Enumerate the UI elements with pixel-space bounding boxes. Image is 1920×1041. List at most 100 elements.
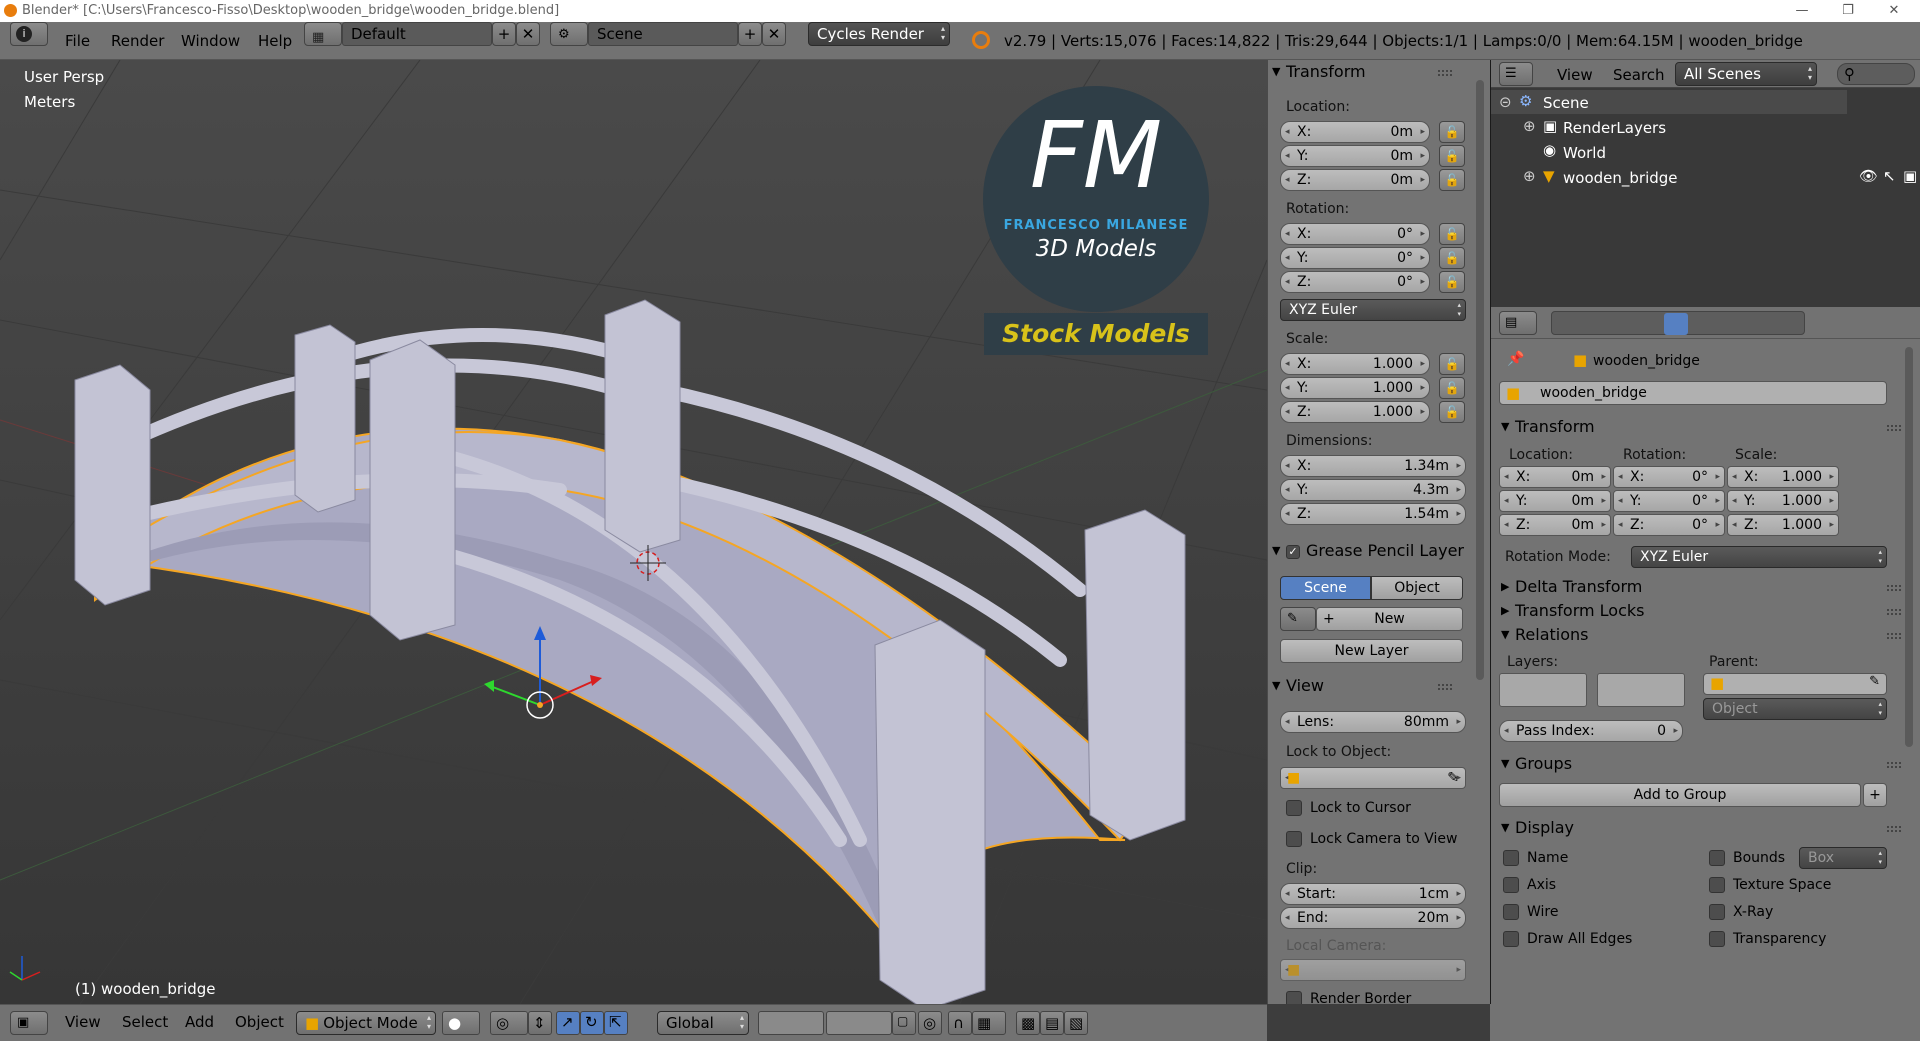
props-rotation-x[interactable]: X:0° xyxy=(1613,466,1725,488)
selectable-cursor-icon[interactable]: ↖ xyxy=(1883,167,1896,185)
rotation-x-field[interactable]: X:0° xyxy=(1280,223,1430,245)
view-panel-header[interactable]: ▼ View xyxy=(1268,674,1458,698)
scale-z-field[interactable]: Z:1.000 xyxy=(1280,401,1430,423)
pivot-point-button[interactable]: ◎ xyxy=(490,1011,528,1035)
bounds-type-dropdown[interactable]: Box xyxy=(1799,847,1887,869)
grease-scene-toggle[interactable]: Scene xyxy=(1280,576,1371,600)
local-camera-field[interactable]: ■ xyxy=(1280,959,1466,981)
snap-toggle-button[interactable]: ∩ xyxy=(948,1011,972,1035)
properties-scroll-thumb[interactable] xyxy=(1905,347,1913,747)
outliner-item-scene[interactable]: Scene xyxy=(1543,94,1589,112)
rotate-manipulator-button[interactable]: ↻ xyxy=(580,1011,604,1035)
rotation-z-field[interactable]: Z:0° xyxy=(1280,271,1430,293)
outliner-filter-dropdown[interactable]: All Scenes xyxy=(1675,62,1817,86)
clip-end-field[interactable]: End:20m xyxy=(1280,907,1466,929)
snap-element-dropdown[interactable]: ▦ xyxy=(972,1011,1006,1035)
props-location-x[interactable]: X:0m xyxy=(1499,466,1611,488)
object-name-field[interactable]: ■ wooden_bridge xyxy=(1499,381,1887,405)
props-scale-y[interactable]: Y:1.000 xyxy=(1727,490,1839,512)
transform-panel-header[interactable]: ▼ Transform xyxy=(1268,60,1458,84)
scene-remove-button[interactable]: ✕ xyxy=(762,22,786,46)
proportional-edit-button[interactable]: ◎ xyxy=(918,1011,942,1035)
delta-transform-header[interactable]: ▶ Delta Transform xyxy=(1497,575,1907,599)
n-panel-scroll-thumb[interactable] xyxy=(1476,80,1484,680)
translate-manipulator-button[interactable]: ↗ xyxy=(556,1011,580,1035)
lens-field[interactable]: Lens:80mm xyxy=(1280,711,1466,733)
lock-rotation-y-icon[interactable]: 🔓 xyxy=(1439,247,1465,269)
layout-add-button[interactable]: + xyxy=(492,22,516,46)
menu-view[interactable]: View xyxy=(65,1013,101,1031)
menu-add[interactable]: Add xyxy=(185,1013,214,1031)
lock-location-y-icon[interactable]: 🔓 xyxy=(1439,145,1465,167)
layers-grid-b[interactable] xyxy=(826,1011,892,1035)
grease-new-layer-button[interactable]: New Layer xyxy=(1280,639,1463,663)
dimension-y-field[interactable]: Y:4.3m xyxy=(1280,479,1466,501)
display-header[interactable]: ▼ Display xyxy=(1497,816,1907,840)
location-z-field[interactable]: Z:0m xyxy=(1280,169,1430,191)
display-bounds-checkbox[interactable]: Bounds xyxy=(1709,849,1785,867)
lock-to-object-field[interactable]: ■✎ xyxy=(1280,767,1466,789)
expand-renderlayers-icon[interactable]: ⊕ xyxy=(1523,117,1536,135)
pin-icon[interactable]: 📌 xyxy=(1507,351,1524,367)
props-rotation-mode-dropdown[interactable]: XYZ Euler xyxy=(1631,546,1887,568)
add-to-group-button[interactable]: Add to Group xyxy=(1499,783,1861,807)
3d-editor-type-button[interactable]: ▣ xyxy=(10,1011,48,1035)
outliner-search-input[interactable]: ⚲ xyxy=(1837,63,1915,85)
outliner-menu-view[interactable]: View xyxy=(1557,63,1593,87)
menu-render[interactable]: Render xyxy=(111,29,164,53)
lock-rotation-x-icon[interactable]: 🔓 xyxy=(1439,223,1465,245)
3d-viewport[interactable]: User Persp Meters (1) wooden_bridge FM F… xyxy=(0,60,1267,1004)
grease-pencil-panel-header[interactable]: ▼ ✓ Grease Pencil Layer xyxy=(1268,539,1468,563)
lock-scale-z-icon[interactable]: 🔓 xyxy=(1439,401,1465,423)
scene-name-field[interactable]: Scene xyxy=(588,22,738,46)
menu-object[interactable]: Object xyxy=(235,1013,284,1031)
menu-window[interactable]: Window xyxy=(181,29,240,53)
dimension-x-field[interactable]: X:1.34m xyxy=(1280,455,1466,477)
layout-name-field[interactable]: Default xyxy=(342,22,492,46)
outliner-item-wooden-bridge[interactable]: wooden_bridge xyxy=(1563,169,1678,187)
dimension-z-field[interactable]: Z:1.54m xyxy=(1280,503,1466,525)
object-tab-active[interactable] xyxy=(1664,313,1688,335)
layout-browse-button[interactable]: ▦ xyxy=(304,22,342,46)
scale-y-field[interactable]: Y:1.000 xyxy=(1280,377,1430,399)
parent-type-dropdown[interactable]: Object xyxy=(1703,698,1887,720)
transform-orientation-dropdown[interactable]: Global xyxy=(657,1011,749,1035)
display-xray-checkbox[interactable]: X-Ray xyxy=(1709,903,1773,921)
add-group-plus-button[interactable]: + xyxy=(1863,783,1887,807)
lock-to-cursor-checkbox[interactable]: Lock to Cursor xyxy=(1286,799,1411,817)
props-scale-x[interactable]: X:1.000 xyxy=(1727,466,1839,488)
minimize-icon[interactable]: — xyxy=(1782,0,1822,22)
manipulator-toggle[interactable]: ⇕ xyxy=(528,1011,552,1035)
location-y-field[interactable]: Y:0m xyxy=(1280,145,1430,167)
visibility-eye-icon[interactable]: 👁 xyxy=(1859,167,1878,185)
props-location-y[interactable]: Y:0m xyxy=(1499,490,1611,512)
relations-header[interactable]: ▼ Relations xyxy=(1497,623,1907,647)
scene-add-button[interactable]: + xyxy=(738,22,762,46)
layers-grid-a[interactable] xyxy=(758,1011,824,1035)
clip-start-field[interactable]: Start:1cm xyxy=(1280,883,1466,905)
outliner-item-renderlayers[interactable]: RenderLayers xyxy=(1563,119,1666,137)
rotation-y-field[interactable]: Y:0° xyxy=(1280,247,1430,269)
interaction-mode-dropdown[interactable]: ■ Object Mode xyxy=(296,1011,436,1035)
lock-camera-to-view-checkbox[interactable]: Lock Camera to View xyxy=(1286,830,1458,848)
menu-select[interactable]: Select xyxy=(122,1013,168,1031)
outliner-item-world[interactable]: World xyxy=(1563,144,1606,162)
display-transparency-checkbox[interactable]: Transparency xyxy=(1709,930,1826,948)
props-rotation-y[interactable]: Y:0° xyxy=(1613,490,1725,512)
expand-scene-icon[interactable]: ⊝ xyxy=(1499,93,1512,111)
props-location-z[interactable]: Z:0m xyxy=(1499,514,1611,536)
expand-object-icon[interactable]: ⊕ xyxy=(1523,167,1536,185)
render-still-button[interactable]: ▩ xyxy=(1016,1011,1040,1035)
display-name-checkbox[interactable]: Name xyxy=(1503,849,1568,867)
outliner-menu-search[interactable]: Search xyxy=(1613,63,1665,87)
display-axis-checkbox[interactable]: Axis xyxy=(1503,876,1556,894)
scale-manipulator-button[interactable]: ⇱ xyxy=(604,1011,628,1035)
opengl-render-button[interactable]: ▧ xyxy=(1064,1011,1088,1035)
props-rotation-z[interactable]: Z:0° xyxy=(1613,514,1725,536)
parent-field[interactable]: ■ ✎ xyxy=(1703,673,1887,695)
n-panel-scrollbar[interactable] xyxy=(1470,60,1490,1004)
display-texture-space-checkbox[interactable]: Texture Space xyxy=(1709,876,1831,894)
scene-browse-button[interactable]: ⚙ xyxy=(550,22,588,46)
lock-scale-x-icon[interactable]: 🔓 xyxy=(1439,353,1465,375)
scale-x-field[interactable]: X:1.000 xyxy=(1280,353,1430,375)
